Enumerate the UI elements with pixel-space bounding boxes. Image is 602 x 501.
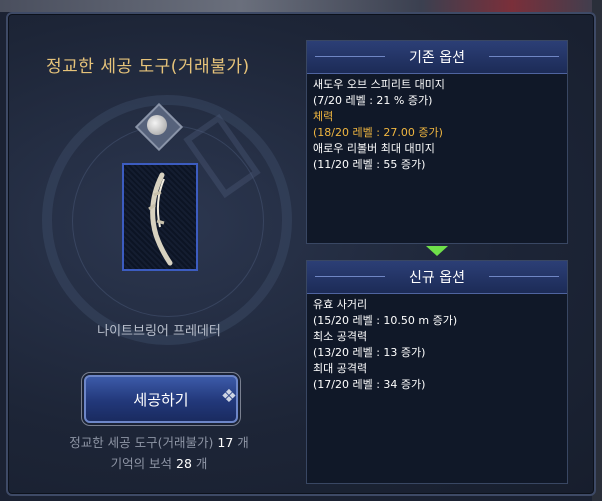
- new-options-list: 유효 사거리 (15/20 레벨 : 10.50 m 증가) 최소 공격력 (1…: [307, 294, 567, 396]
- item-name: 나이트브링어 프레데터: [97, 324, 221, 339]
- existing-options-panel: 기존 옵션 새도우 오브 스피리트 대미지 (7/20 레벨 : 21 % 증가…: [306, 40, 568, 244]
- existing-options-title: 기존 옵션: [409, 50, 465, 66]
- background-strip: [0, 0, 602, 12]
- new-options-panel: 신규 옵션 유효 사거리 (15/20 레벨 : 10.50 m 증가) 최소 …: [306, 260, 568, 484]
- existing-options-header: 기존 옵션: [307, 41, 567, 74]
- cost-tools-count: 17: [217, 435, 234, 450]
- down-arrow-icon: [426, 246, 448, 256]
- new-options-title: 신규 옵션: [409, 270, 465, 286]
- option-line: 최소 공격력: [313, 330, 368, 343]
- cost-gems-unit: 개: [195, 456, 208, 471]
- option-line: (17/20 레벨 : 34 증가): [313, 378, 426, 391]
- option-line-highlight: (18/20 레벨 : 27.00 증가): [313, 126, 443, 139]
- header-divider-left: [315, 276, 385, 277]
- option-line: 최대 공격력: [313, 362, 368, 375]
- cost-tools-unit: 개: [237, 435, 249, 450]
- cost-gems-label: 기억의 보석: [110, 456, 173, 471]
- option-line: 새도우 오브 스피리트 대미지: [313, 78, 445, 91]
- craft-button[interactable]: 세공하기: [84, 375, 238, 423]
- cost-gems-count: 28: [176, 456, 192, 471]
- cost-line-gems: 기억의 보석 28 개: [0, 453, 318, 472]
- option-line-highlight: 체력: [313, 110, 334, 123]
- right-ornament-icon: ❖: [220, 386, 238, 407]
- bow-weapon-icon: [148, 172, 173, 266]
- header-divider-left: [315, 56, 385, 57]
- pearl-icon: [147, 115, 167, 135]
- cost-line-tools: 정교한 세공 도구(거래불가) 17 개: [0, 432, 318, 451]
- existing-options-list: 새도우 오브 스피리트 대미지 (7/20 레벨 : 21 % 증가) 체력 (…: [307, 74, 567, 176]
- option-line: (7/20 레벨 : 21 % 증가): [313, 94, 433, 107]
- option-line: (13/20 레벨 : 13 증가): [313, 346, 426, 359]
- new-options-header: 신규 옵션: [307, 261, 567, 294]
- cost-tools-label: 정교한 세공 도구(거래불가): [69, 435, 214, 450]
- option-line: (15/20 레벨 : 10.50 m 증가): [313, 314, 458, 327]
- option-line: 애로우 리볼버 최대 대미지: [313, 142, 435, 155]
- header-divider-right: [489, 276, 559, 277]
- window-title: 정교한 세공 도구(거래불가): [46, 57, 250, 77]
- item-slot[interactable]: [122, 163, 198, 271]
- option-line: (11/20 레벨 : 55 증가): [313, 158, 426, 171]
- option-line: 유효 사거리: [313, 298, 368, 311]
- header-divider-right: [489, 56, 559, 57]
